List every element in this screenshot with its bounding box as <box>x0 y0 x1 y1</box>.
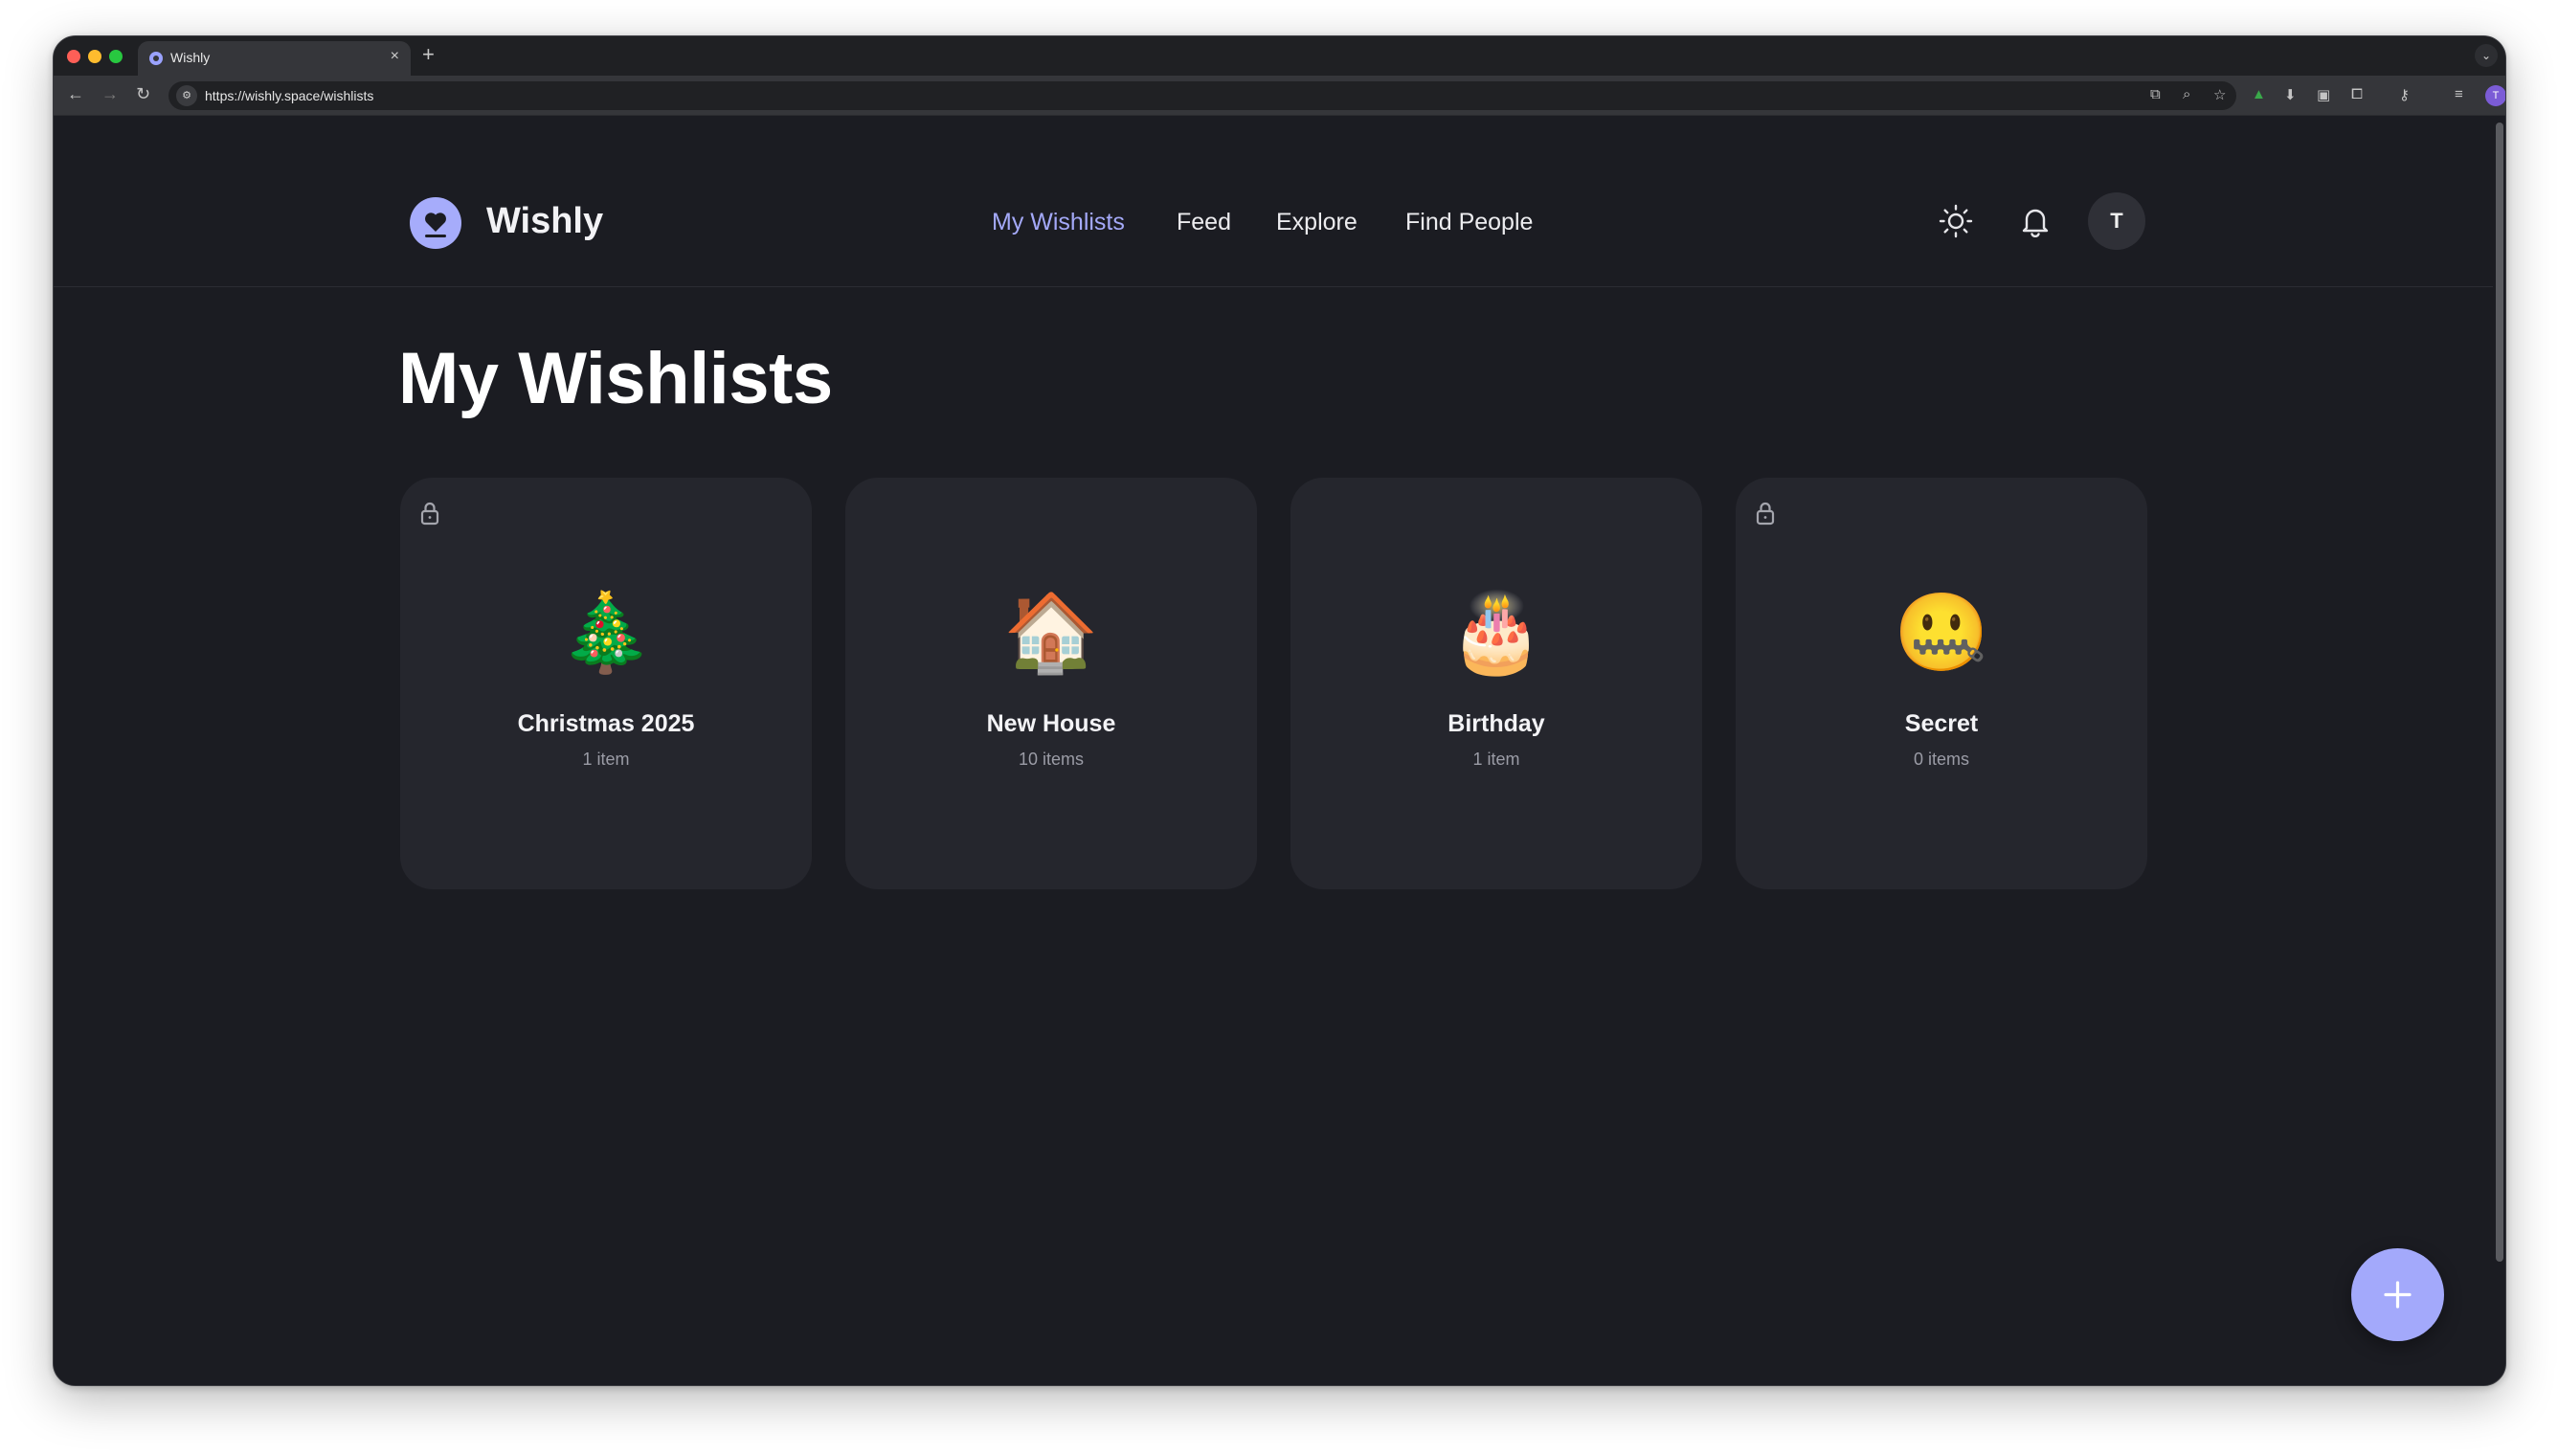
extension-download-icon[interactable]: ⬇ <box>2284 86 2297 103</box>
wishlist-item-count: 1 item <box>582 750 630 769</box>
reload-button[interactable]: ↻ <box>136 84 150 104</box>
zoom-window-button[interactable] <box>109 50 123 63</box>
minimize-window-button[interactable] <box>88 50 101 63</box>
nav-find-people[interactable]: Find People <box>1405 209 1533 236</box>
wishlist-name: Secret <box>1904 710 1979 737</box>
extensions-puzzle-icon[interactable]: ⧠ <box>2351 86 2363 102</box>
create-wishlist-button[interactable] <box>2351 1248 2444 1341</box>
wishly-logo-icon[interactable] <box>410 197 461 249</box>
lock-icon <box>419 501 440 530</box>
house-icon: 🏠 <box>1003 590 1099 675</box>
wishlist-name: Christmas 2025 <box>517 710 695 737</box>
wishlist-name: New House <box>986 710 1116 737</box>
wishlist-card-secret[interactable]: 🤐 Secret 0 items <box>1736 478 2147 889</box>
extension-tree-icon[interactable]: ▲ <box>2252 86 2266 102</box>
christmas-tree-icon: 🎄 <box>558 590 654 675</box>
birthday-cake-icon: 🎂 <box>1448 590 1544 675</box>
password-key-icon[interactable]: ⚷ <box>2399 86 2410 103</box>
extension-square-icon[interactable]: ▣ <box>2317 86 2330 103</box>
wishlist-item-count: 0 items <box>1913 750 1970 769</box>
wishlist-item-count: 10 items <box>1018 750 1085 769</box>
close-tab-icon[interactable]: × <box>391 48 399 65</box>
wishlist-name: Birthday <box>1447 710 1545 737</box>
wishlist-card-christmas-2025[interactable]: 🎄 Christmas 2025 1 item <box>400 478 812 889</box>
url-text[interactable]: https://wishly.space/wishlists <box>205 88 373 103</box>
browser-toolbar: ← → ↻ ⚙ https://wishly.space/wishlists ⧉… <box>54 76 2505 116</box>
wishly-favicon-icon <box>149 52 163 65</box>
browser-tab[interactable]: Wishly × <box>138 41 411 76</box>
zoom-icon[interactable]: ⌕ <box>2183 86 2190 102</box>
reading-list-icon[interactable]: ≡ <box>2455 86 2463 102</box>
browser-window: Wishly × + ⌄ ← → ↻ ⚙ https://wishly.spac… <box>53 35 2506 1386</box>
page-content: Wishly My Wishlists Feed Explore Find Pe… <box>54 117 2493 1385</box>
nav-explore[interactable]: Explore <box>1276 209 1358 236</box>
plus-icon <box>2384 1281 2412 1309</box>
site-info-icon[interactable]: ⚙ <box>176 85 197 106</box>
page-scrollbar[interactable] <box>2496 123 2503 1262</box>
user-avatar[interactable]: T <box>2088 192 2145 250</box>
address-bar[interactable]: ⚙ https://wishly.space/wishlists ⧉ ⌕ ☆ <box>168 81 2236 110</box>
nav-my-wishlists[interactable]: My Wishlists <box>992 209 1125 236</box>
back-button[interactable]: ← <box>67 84 84 104</box>
page-title: My Wishlists <box>398 338 833 419</box>
tab-title: Wishly <box>170 50 211 65</box>
site-header: Wishly My Wishlists Feed Explore Find Pe… <box>54 117 2493 287</box>
zipper-mouth-face-icon: 🤐 <box>1894 590 1989 675</box>
tab-search-button[interactable]: ⌄ <box>2475 44 2498 67</box>
profile-avatar[interactable]: T <box>2485 85 2505 106</box>
nav-feed[interactable]: Feed <box>1177 209 1231 236</box>
theme-toggle-sun-icon[interactable] <box>1938 203 1974 244</box>
tab-strip: Wishly × + ⌄ <box>54 36 2505 76</box>
cast-icon[interactable]: ⧉ <box>2150 86 2161 102</box>
close-window-button[interactable] <box>67 50 80 63</box>
forward-button[interactable]: → <box>101 84 119 104</box>
lock-icon <box>1755 501 1776 530</box>
bookmark-star-icon[interactable]: ☆ <box>2213 86 2226 103</box>
wishlist-item-count: 1 item <box>1472 750 1520 769</box>
new-tab-button[interactable]: + <box>422 42 435 67</box>
notifications-bell-icon[interactable] <box>2017 203 2053 244</box>
brand-name[interactable]: Wishly <box>486 201 603 242</box>
wishlist-card-birthday[interactable]: 🎂 Birthday 1 item <box>1290 478 1702 889</box>
wishlist-card-new-house[interactable]: 🏠 New House 10 items <box>845 478 1257 889</box>
